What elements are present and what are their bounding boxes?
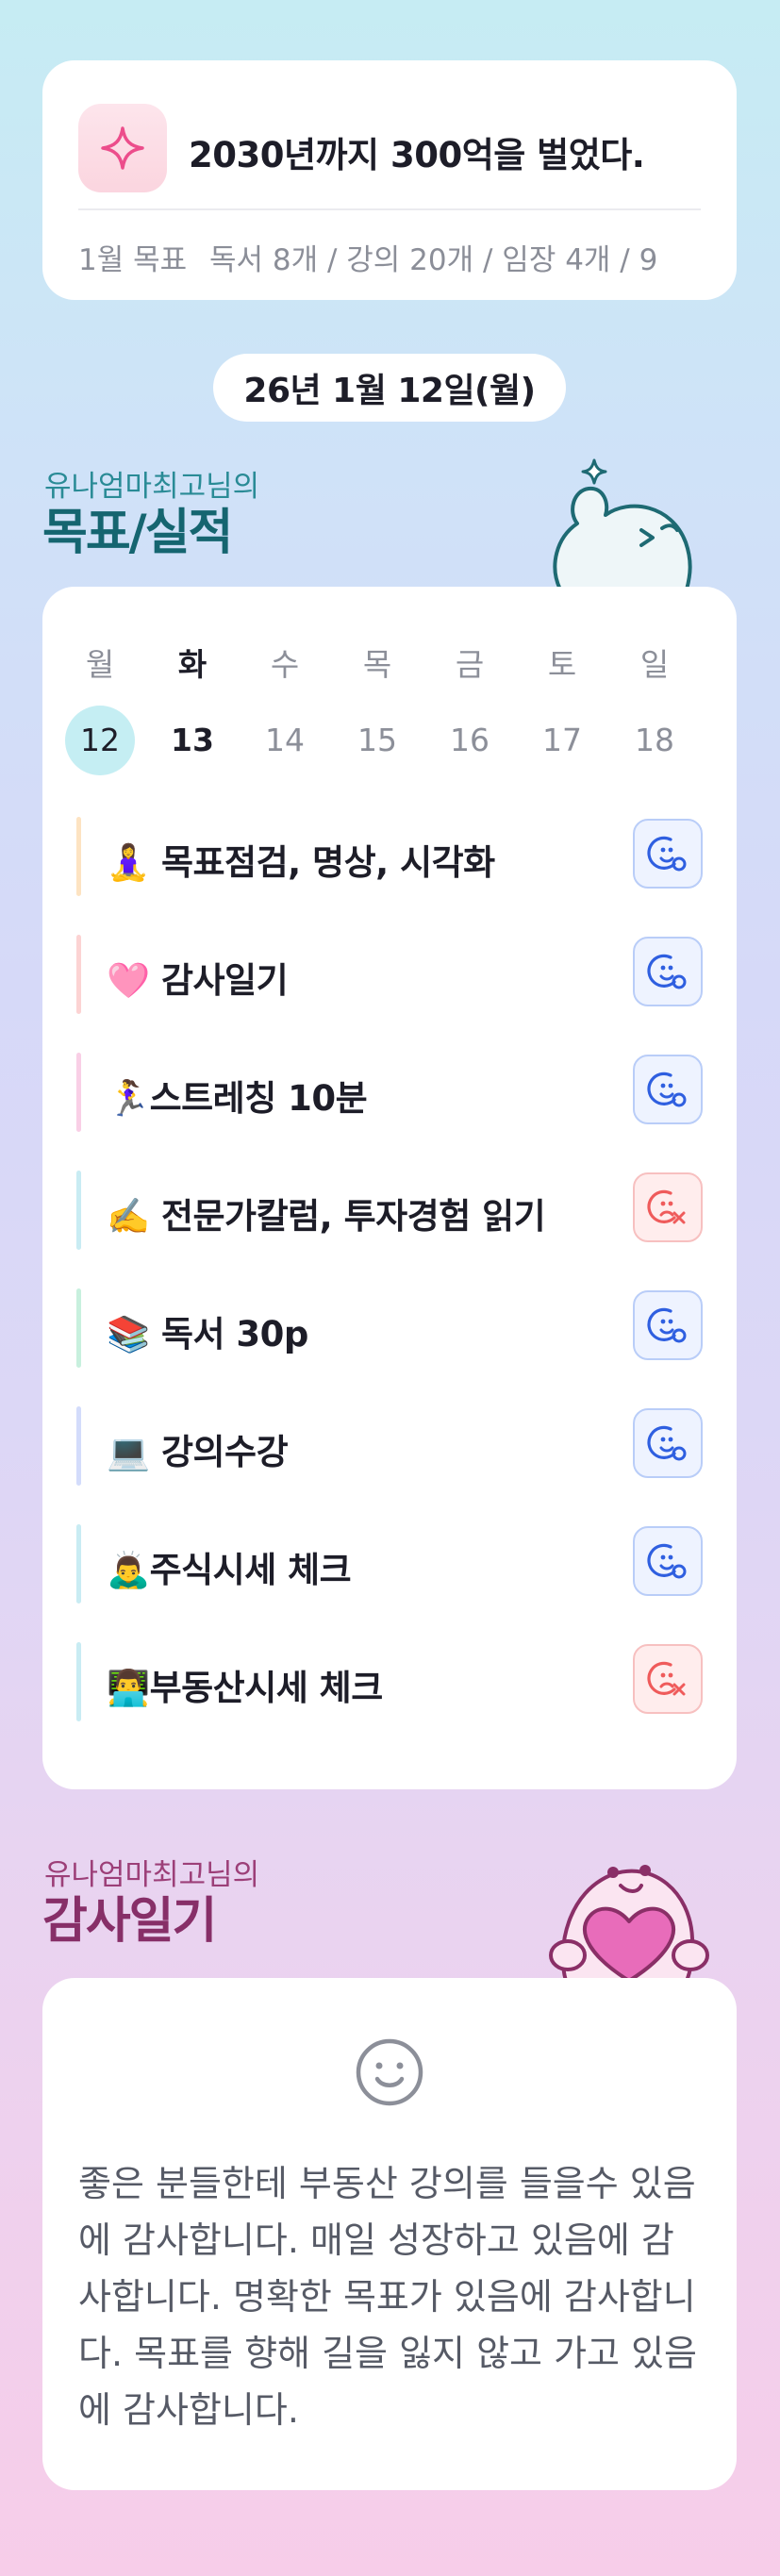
smile-check-icon[interactable] xyxy=(633,1055,703,1124)
date-pill[interactable]: 26년 1월 12일(월) xyxy=(213,354,566,422)
goal-title: 2030년까지 300억을 벌었다. xyxy=(189,135,645,175)
day-17[interactable]: 토 17 xyxy=(520,641,605,775)
sparkle-icon xyxy=(78,104,167,192)
task-item[interactable]: 🩷 감사일기 xyxy=(76,931,703,1018)
heart-hug-mascot xyxy=(539,1844,709,1985)
day-15[interactable]: 목 15 xyxy=(335,641,420,775)
day-12[interactable]: 월 12 xyxy=(58,641,142,775)
task-label: 📚 독서 30p xyxy=(107,1314,308,1354)
day-14[interactable]: 수 14 xyxy=(242,641,327,775)
day-name: 금 xyxy=(455,646,485,683)
day-number: 16 xyxy=(450,722,490,758)
task-color-bar xyxy=(76,1406,81,1486)
gratitude-text: 좋은 분들한테 부동산 강의를 들을수 있음에 감사합니다. 매일 성장하고 있… xyxy=(78,2163,697,2431)
monthly-goal-label: 1월 목표 xyxy=(78,243,188,277)
task-item[interactable]: 🧘‍♀️ 목표점검, 명상, 시각화 xyxy=(76,813,703,900)
goals-section-title: 목표/실적 xyxy=(42,505,233,561)
task-label: 🧘‍♀️ 목표점검, 명상, 시각화 xyxy=(107,842,495,883)
day-number: 12 xyxy=(65,706,135,775)
waving-ghost-mascot xyxy=(539,453,700,593)
day-name: 수 xyxy=(270,646,300,683)
smile-check-icon[interactable] xyxy=(633,1526,703,1596)
divider xyxy=(78,208,701,210)
day-number: 14 xyxy=(265,722,305,758)
task-color-bar xyxy=(76,1171,81,1250)
task-label: 🩷 감사일기 xyxy=(107,960,289,1001)
task-color-bar xyxy=(76,1642,81,1721)
gratitude-card[interactable]: 좋은 분들한테 부동산 강의를 들을수 있음에 감사합니다. 매일 성장하고 있… xyxy=(42,1978,737,2490)
day-number: 17 xyxy=(542,722,582,758)
task-item[interactable]: 🏃‍♀️스트레칭 10분 xyxy=(76,1049,703,1136)
task-item[interactable]: 🙇‍♂️주식시세 체크 xyxy=(76,1521,703,1607)
sad-x-icon[interactable] xyxy=(633,1172,703,1242)
task-item[interactable]: 💻 강의수강 xyxy=(76,1403,703,1489)
day-name: 일 xyxy=(639,646,670,683)
day-name: 목 xyxy=(362,646,392,683)
task-color-bar xyxy=(76,817,81,896)
task-item[interactable]: 📚 독서 30p xyxy=(76,1285,703,1371)
task-label: 👨‍💻부동산시세 체크 xyxy=(107,1668,383,1708)
day-number: 13 xyxy=(171,722,214,758)
day-name: 월 xyxy=(85,646,115,683)
task-color-bar xyxy=(76,1524,81,1604)
smile-check-icon[interactable] xyxy=(633,1408,703,1478)
gratitude-section-title: 감사일기 xyxy=(42,1893,217,1950)
task-label: 💻 강의수강 xyxy=(107,1432,289,1472)
task-label: 🙇‍♂️주식시세 체크 xyxy=(107,1550,352,1590)
smile-face-icon xyxy=(354,2036,425,2112)
day-16[interactable]: 금 16 xyxy=(427,641,512,775)
week-strip: 월 12 화 13 수 14 목 15 금 16 토 17 일 18 xyxy=(58,641,722,775)
day-number: 18 xyxy=(635,722,674,758)
task-item[interactable]: ✍️ 전문가칼럼, 투자경험 읽기 xyxy=(76,1167,703,1254)
monthly-goal-text: 독서 8개 / 강의 20개 / 임장 4개 / 9 xyxy=(209,243,658,277)
task-label: ✍️ 전문가칼럼, 투자경험 읽기 xyxy=(107,1196,546,1237)
task-item[interactable]: 👨‍💻부동산시세 체크 xyxy=(76,1638,703,1725)
goals-card: 월 12 화 13 수 14 목 15 금 16 토 17 일 18 🧘‍♀️ 목표점검, 명상, 시각화… xyxy=(42,587,737,1789)
task-label: 🏃‍♀️스트레칭 10분 xyxy=(107,1078,368,1119)
day-name: 토 xyxy=(547,646,577,683)
smile-check-icon[interactable] xyxy=(633,819,703,889)
day-18[interactable]: 일 18 xyxy=(612,641,697,775)
day-number: 15 xyxy=(357,722,397,758)
sad-x-icon[interactable] xyxy=(633,1644,703,1714)
day-name: 화 xyxy=(177,646,207,683)
task-color-bar xyxy=(76,1288,81,1368)
smile-check-icon[interactable] xyxy=(633,937,703,1006)
smile-check-icon[interactable] xyxy=(633,1290,703,1360)
task-color-bar xyxy=(76,935,81,1014)
goal-card[interactable]: 2030년까지 300억을 벌었다. 1월 목표 독서 8개 / 강의 20개 … xyxy=(42,60,737,300)
day-13[interactable]: 화 13 xyxy=(150,641,235,775)
monthly-goal: 1월 목표 독서 8개 / 강의 20개 / 임장 4개 / 9 xyxy=(78,236,701,278)
task-color-bar xyxy=(76,1053,81,1132)
